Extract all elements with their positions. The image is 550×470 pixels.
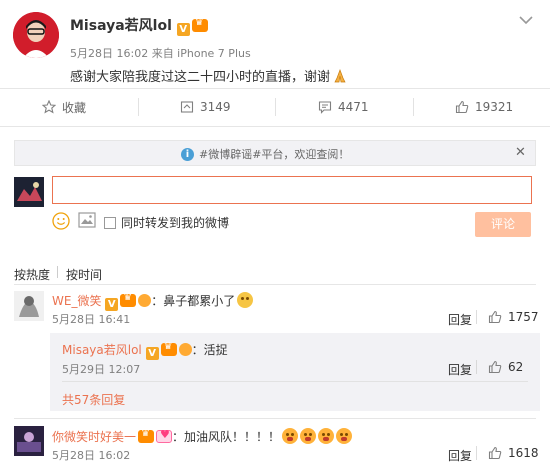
fan-badge-icon: [178, 343, 192, 356]
action-separator: [413, 98, 414, 116]
reply-separator: [476, 446, 477, 460]
comment-like-button[interactable]: 1757: [488, 310, 539, 324]
like-count: 19321: [475, 100, 514, 114]
action-separator: [275, 98, 276, 116]
commenter-avatar[interactable]: [14, 426, 44, 456]
sub-reply-like-button[interactable]: 62: [488, 360, 523, 374]
more-replies-link[interactable]: 共57条回复: [62, 391, 125, 408]
sub-reply-divider: [62, 381, 528, 382]
member-crown-icon: [160, 341, 177, 356]
close-icon[interactable]: ✕: [515, 146, 526, 160]
sub-reply-button[interactable]: 回复: [448, 361, 472, 378]
member-crown-icon: [191, 17, 208, 32]
repost-checkbox[interactable]: [104, 216, 116, 229]
repost-icon: [180, 100, 194, 114]
favorite-button[interactable]: 收藏: [42, 96, 86, 118]
post-author-row: Misaya若风lol V: [70, 15, 208, 36]
comment-like-count: 1757: [508, 310, 539, 324]
repost-option[interactable]: 同时转发到我的微博: [104, 214, 229, 231]
pray-emoji-icon: [332, 68, 348, 84]
comment-button[interactable]: 4471: [318, 96, 369, 118]
sub-reply-time: 5月29日 12:07: [62, 363, 141, 376]
favorite-label: 收藏: [62, 100, 87, 115]
sub-reply-box: Misaya若风lol V ：活捉 5月29日 12:07 回复 62 共57条回…: [50, 333, 540, 411]
post-text: 感谢大家陪我度过这二十四小时的直播，谢谢: [70, 70, 331, 85]
comment-input[interactable]: [52, 176, 532, 204]
like-button[interactable]: 19321: [455, 96, 513, 118]
comment-time: 5月28日 16:02: [52, 449, 131, 462]
cry-emoji-icon: [318, 428, 335, 444]
thumbs-up-icon: [488, 360, 502, 374]
sub-reply-user[interactable]: Misaya若风lol: [62, 343, 142, 357]
fan-badge-icon: [138, 294, 152, 307]
sub-reply-like-count: 62: [508, 360, 524, 374]
author-avatar[interactable]: [13, 12, 59, 58]
thumbs-up-icon: [488, 446, 502, 460]
comment-like-button[interactable]: 1618: [488, 446, 539, 460]
thumbs-up-icon: [488, 310, 502, 324]
comment-count: 4471: [338, 100, 369, 114]
cry-emoji-icon: [282, 428, 299, 444]
comment-user[interactable]: 你微笑时好美一: [52, 430, 136, 444]
emoji-picker-icon[interactable]: [52, 212, 70, 233]
reply-separator: [476, 360, 477, 374]
sub-reply-text: ：活捉: [191, 343, 228, 357]
comment-divider: [14, 418, 536, 419]
comment-like-count: 1618: [508, 446, 539, 460]
comment-icon: [318, 100, 332, 114]
sort-by-time-tab[interactable]: 按时间: [66, 266, 102, 283]
comment-text: ：鼻子都累小了: [151, 294, 236, 308]
reply-button[interactable]: 回复: [448, 311, 472, 328]
reply-separator: [476, 310, 477, 324]
current-user-avatar[interactable]: [14, 177, 44, 207]
comment-row: 你微笑时好美一 ：加油风队！！！！: [52, 428, 353, 445]
cry-emoji-icon: [300, 428, 317, 444]
member-crown-icon: [120, 292, 137, 307]
notice-bar: i #微博辟谣#平台，欢迎查阅！ ✕: [14, 140, 536, 166]
repost-count: 3149: [200, 100, 231, 114]
comment-row: WE_微笑 V ：鼻子都累小了: [52, 292, 254, 311]
header-divider: [0, 88, 550, 89]
comment-text: ：加油风队！！！！: [172, 430, 281, 444]
comment-user[interactable]: WE_微笑: [52, 294, 101, 308]
post-menu-chevron-icon[interactable]: [519, 14, 533, 28]
verified-icon: V: [145, 347, 159, 360]
star-icon: [42, 100, 56, 114]
sort-divider: [14, 284, 536, 285]
action-separator: [138, 98, 139, 116]
image-upload-icon[interactable]: [78, 212, 96, 231]
comment-time: 5月28日 16:41: [52, 313, 131, 326]
verified-icon: V: [176, 23, 190, 36]
member-crown-icon: [138, 428, 155, 443]
cry-emoji-icon: [336, 428, 353, 444]
notice-text[interactable]: #微博辟谣#平台，欢迎查阅！: [199, 146, 349, 162]
verified-icon: V: [105, 298, 119, 311]
sort-separator: [57, 266, 58, 278]
post-author-name[interactable]: Misaya若风lol: [70, 18, 172, 34]
thumbs-up-icon: [455, 100, 469, 114]
sort-by-hot-tab[interactable]: 按热度: [14, 266, 50, 283]
cat-emoji-icon: [237, 292, 254, 308]
reply-button[interactable]: 回复: [448, 447, 472, 464]
info-icon: i: [181, 147, 194, 161]
heart-badge-icon: [156, 428, 173, 443]
repost-option-label: 同时转发到我的微博: [121, 216, 230, 230]
post-text-row: 感谢大家陪我度过这二十四小时的直播，谢谢: [70, 66, 348, 85]
action-divider: [0, 126, 550, 127]
post-meta: 5月28日 16:02 来自 iPhone 7 Plus: [70, 47, 251, 60]
repost-button[interactable]: 3149: [180, 96, 231, 118]
submit-comment-button[interactable]: 评论: [475, 212, 531, 237]
commenter-avatar[interactable]: [14, 291, 44, 321]
sub-reply-row: Misaya若风lol V ：活捉: [62, 341, 228, 360]
